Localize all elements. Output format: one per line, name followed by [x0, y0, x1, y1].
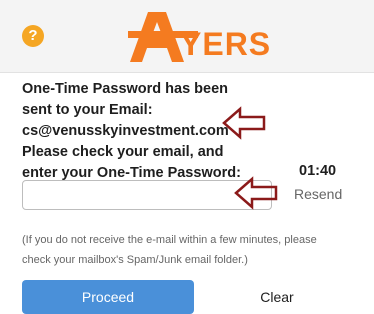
resend-button[interactable]: Resend [294, 186, 342, 202]
instruction-line-4: Please check your email, and [22, 144, 224, 160]
spam-note: (If you do not receive the e-mail within… [22, 230, 362, 270]
proceed-button[interactable]: Proceed [22, 280, 194, 314]
left-arrow-icon [222, 106, 266, 140]
svg-text:YERS: YERS [180, 26, 271, 62]
spam-note-line-1: (If you do not receive the e-mail within… [22, 234, 317, 246]
instruction-line-2: sent to your Email: [22, 102, 153, 118]
instruction-line-1: One-Time Password has been [22, 81, 229, 97]
left-arrow-icon [234, 176, 278, 210]
clear-button[interactable]: Clear [202, 280, 352, 314]
countdown-timer: 01:40 [299, 163, 337, 179]
help-icon[interactable]: ? [22, 25, 44, 47]
email-address: cs@venusskyinvestment.com [22, 123, 229, 139]
otp-instructions: One-Time Password has been sent to your … [22, 79, 332, 184]
spam-note-line-2: check your mailbox's Spam/Junk email fol… [22, 254, 248, 266]
ayers-logo: YERS [128, 12, 271, 62]
app-header: ? YERS [0, 0, 374, 73]
